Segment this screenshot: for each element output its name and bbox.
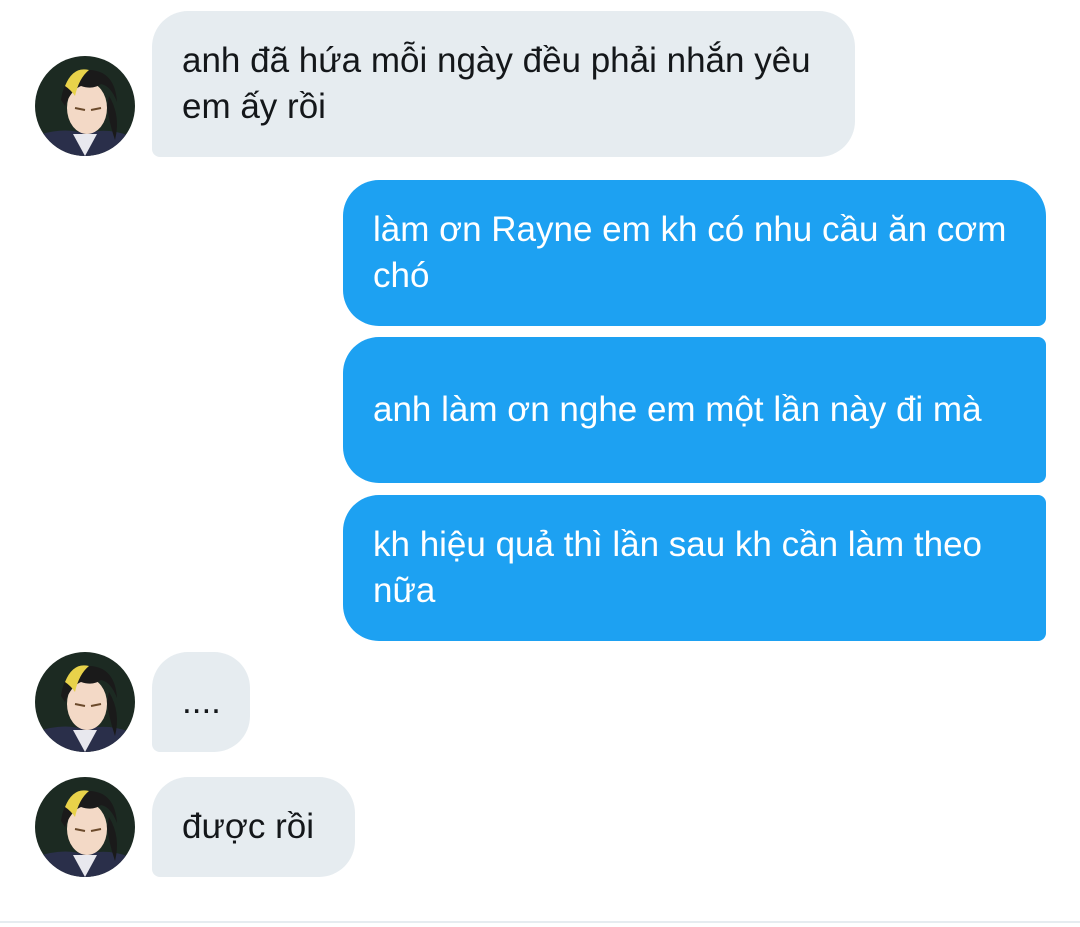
anime-character-avatar-icon xyxy=(35,652,135,752)
message-text: anh đã hứa mỗi ngày đều phải nhắn yêu em… xyxy=(182,41,811,126)
contact-avatar[interactable] xyxy=(35,777,135,877)
message-bubble-incoming[interactable]: anh đã hứa mỗi ngày đều phải nhắn yêu em… xyxy=(152,11,855,157)
contact-avatar[interactable] xyxy=(35,652,135,752)
message-text: được rồi xyxy=(182,807,314,846)
message-text: anh làm ơn nghe em một lần này đi mà xyxy=(373,390,982,429)
contact-avatar[interactable] xyxy=(35,56,135,156)
conversation-thread: anh đã hứa mỗi ngày đều phải nhắn yêu em… xyxy=(0,0,1080,927)
message-bubble-outgoing[interactable]: kh hiệu quả thì lần sau kh cần làm theo … xyxy=(343,495,1046,641)
message-bubble-outgoing[interactable]: làm ơn Rayne em kh có nhu cầu ăn cơm chó xyxy=(343,180,1046,326)
message-text: kh hiệu quả thì lần sau kh cần làm theo … xyxy=(373,525,983,610)
message-bubble-incoming[interactable]: .... xyxy=(152,652,250,752)
anime-character-avatar-icon xyxy=(35,777,135,877)
message-text: .... xyxy=(182,682,221,721)
message-text: làm ơn Rayne em kh có nhu cầu ăn cơm chó xyxy=(373,210,1007,295)
message-bubble-outgoing[interactable]: anh làm ơn nghe em một lần này đi mà xyxy=(343,337,1046,483)
composer-divider xyxy=(0,921,1080,923)
message-bubble-incoming[interactable]: được rồi xyxy=(152,777,355,877)
anime-character-avatar-icon xyxy=(35,56,135,156)
